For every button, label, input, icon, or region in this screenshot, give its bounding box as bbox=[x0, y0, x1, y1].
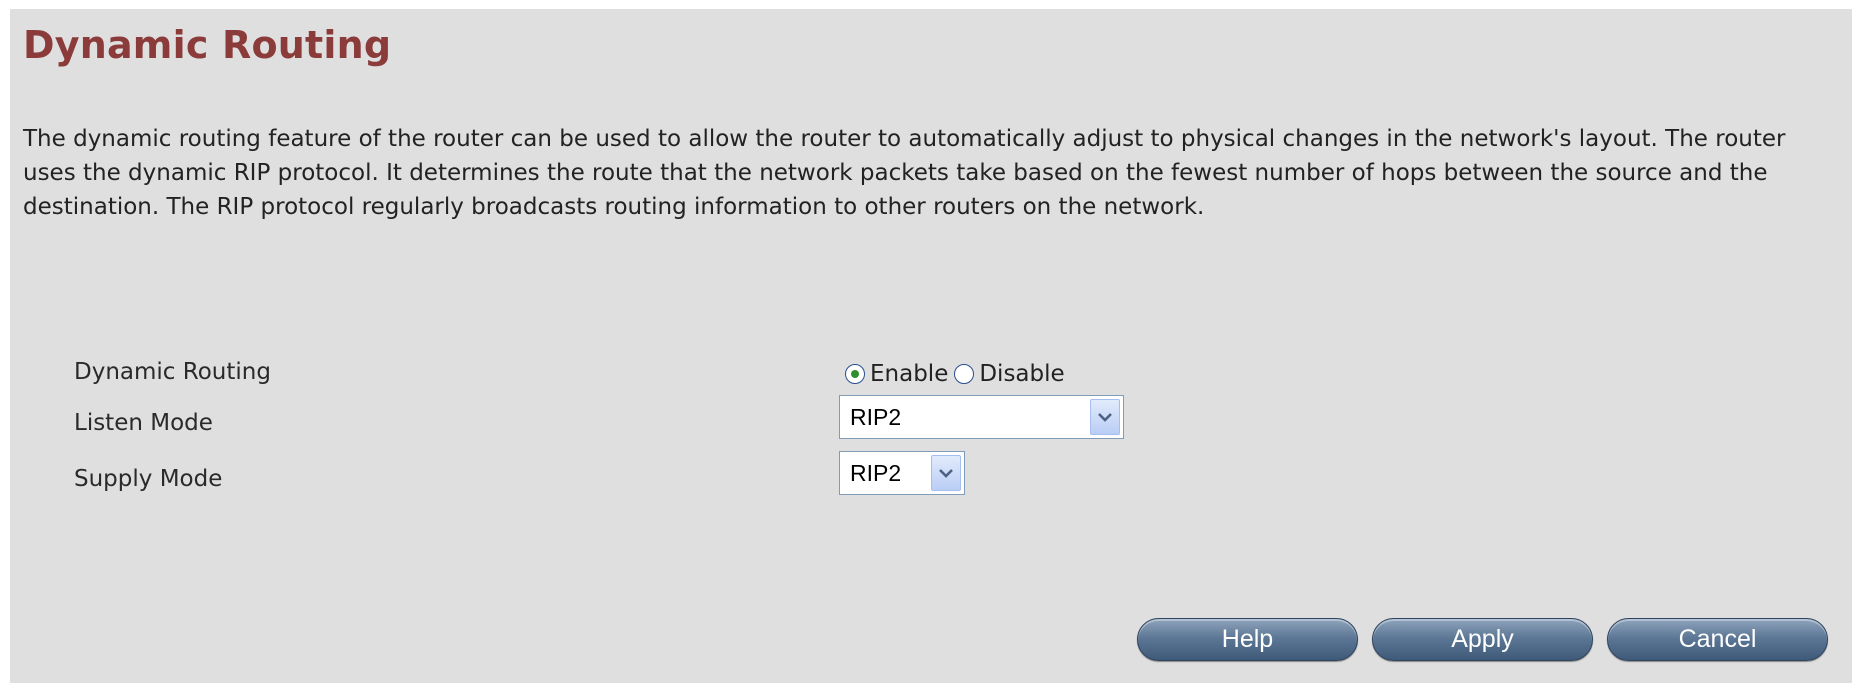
help-button[interactable]: Help bbox=[1137, 618, 1358, 661]
listen-mode-label: Listen Mode bbox=[74, 410, 213, 436]
disable-radio[interactable] bbox=[954, 364, 975, 384]
supply-mode-value: RIP2 bbox=[850, 459, 902, 486]
listen-mode-value: RIP2 bbox=[850, 403, 902, 430]
enable-radio-label[interactable]: Enable bbox=[870, 361, 948, 387]
page-description: The dynamic routing feature of the route… bbox=[23, 126, 1786, 220]
enable-radio[interactable] bbox=[845, 364, 865, 384]
content-panel: Dynamic Routing The dynamic routing feat… bbox=[10, 9, 1852, 683]
supply-mode-label: Supply Mode bbox=[74, 466, 223, 492]
chevron-down-icon[interactable] bbox=[931, 455, 961, 491]
dynamic-routing-label: Dynamic Routing bbox=[74, 359, 271, 385]
disable-radio-label[interactable]: Disable bbox=[979, 361, 1064, 387]
apply-button[interactable]: Apply bbox=[1372, 618, 1593, 661]
dynamic-routing-radio-group: Enable Disable bbox=[845, 357, 1071, 391]
listen-mode-select[interactable]: RIP2 bbox=[839, 395, 1124, 439]
supply-mode-select[interactable]: RIP2 bbox=[839, 451, 965, 495]
chevron-down-icon[interactable] bbox=[1090, 399, 1120, 435]
cancel-button[interactable]: Cancel bbox=[1607, 618, 1828, 661]
page-title: Dynamic Routing bbox=[23, 23, 392, 67]
